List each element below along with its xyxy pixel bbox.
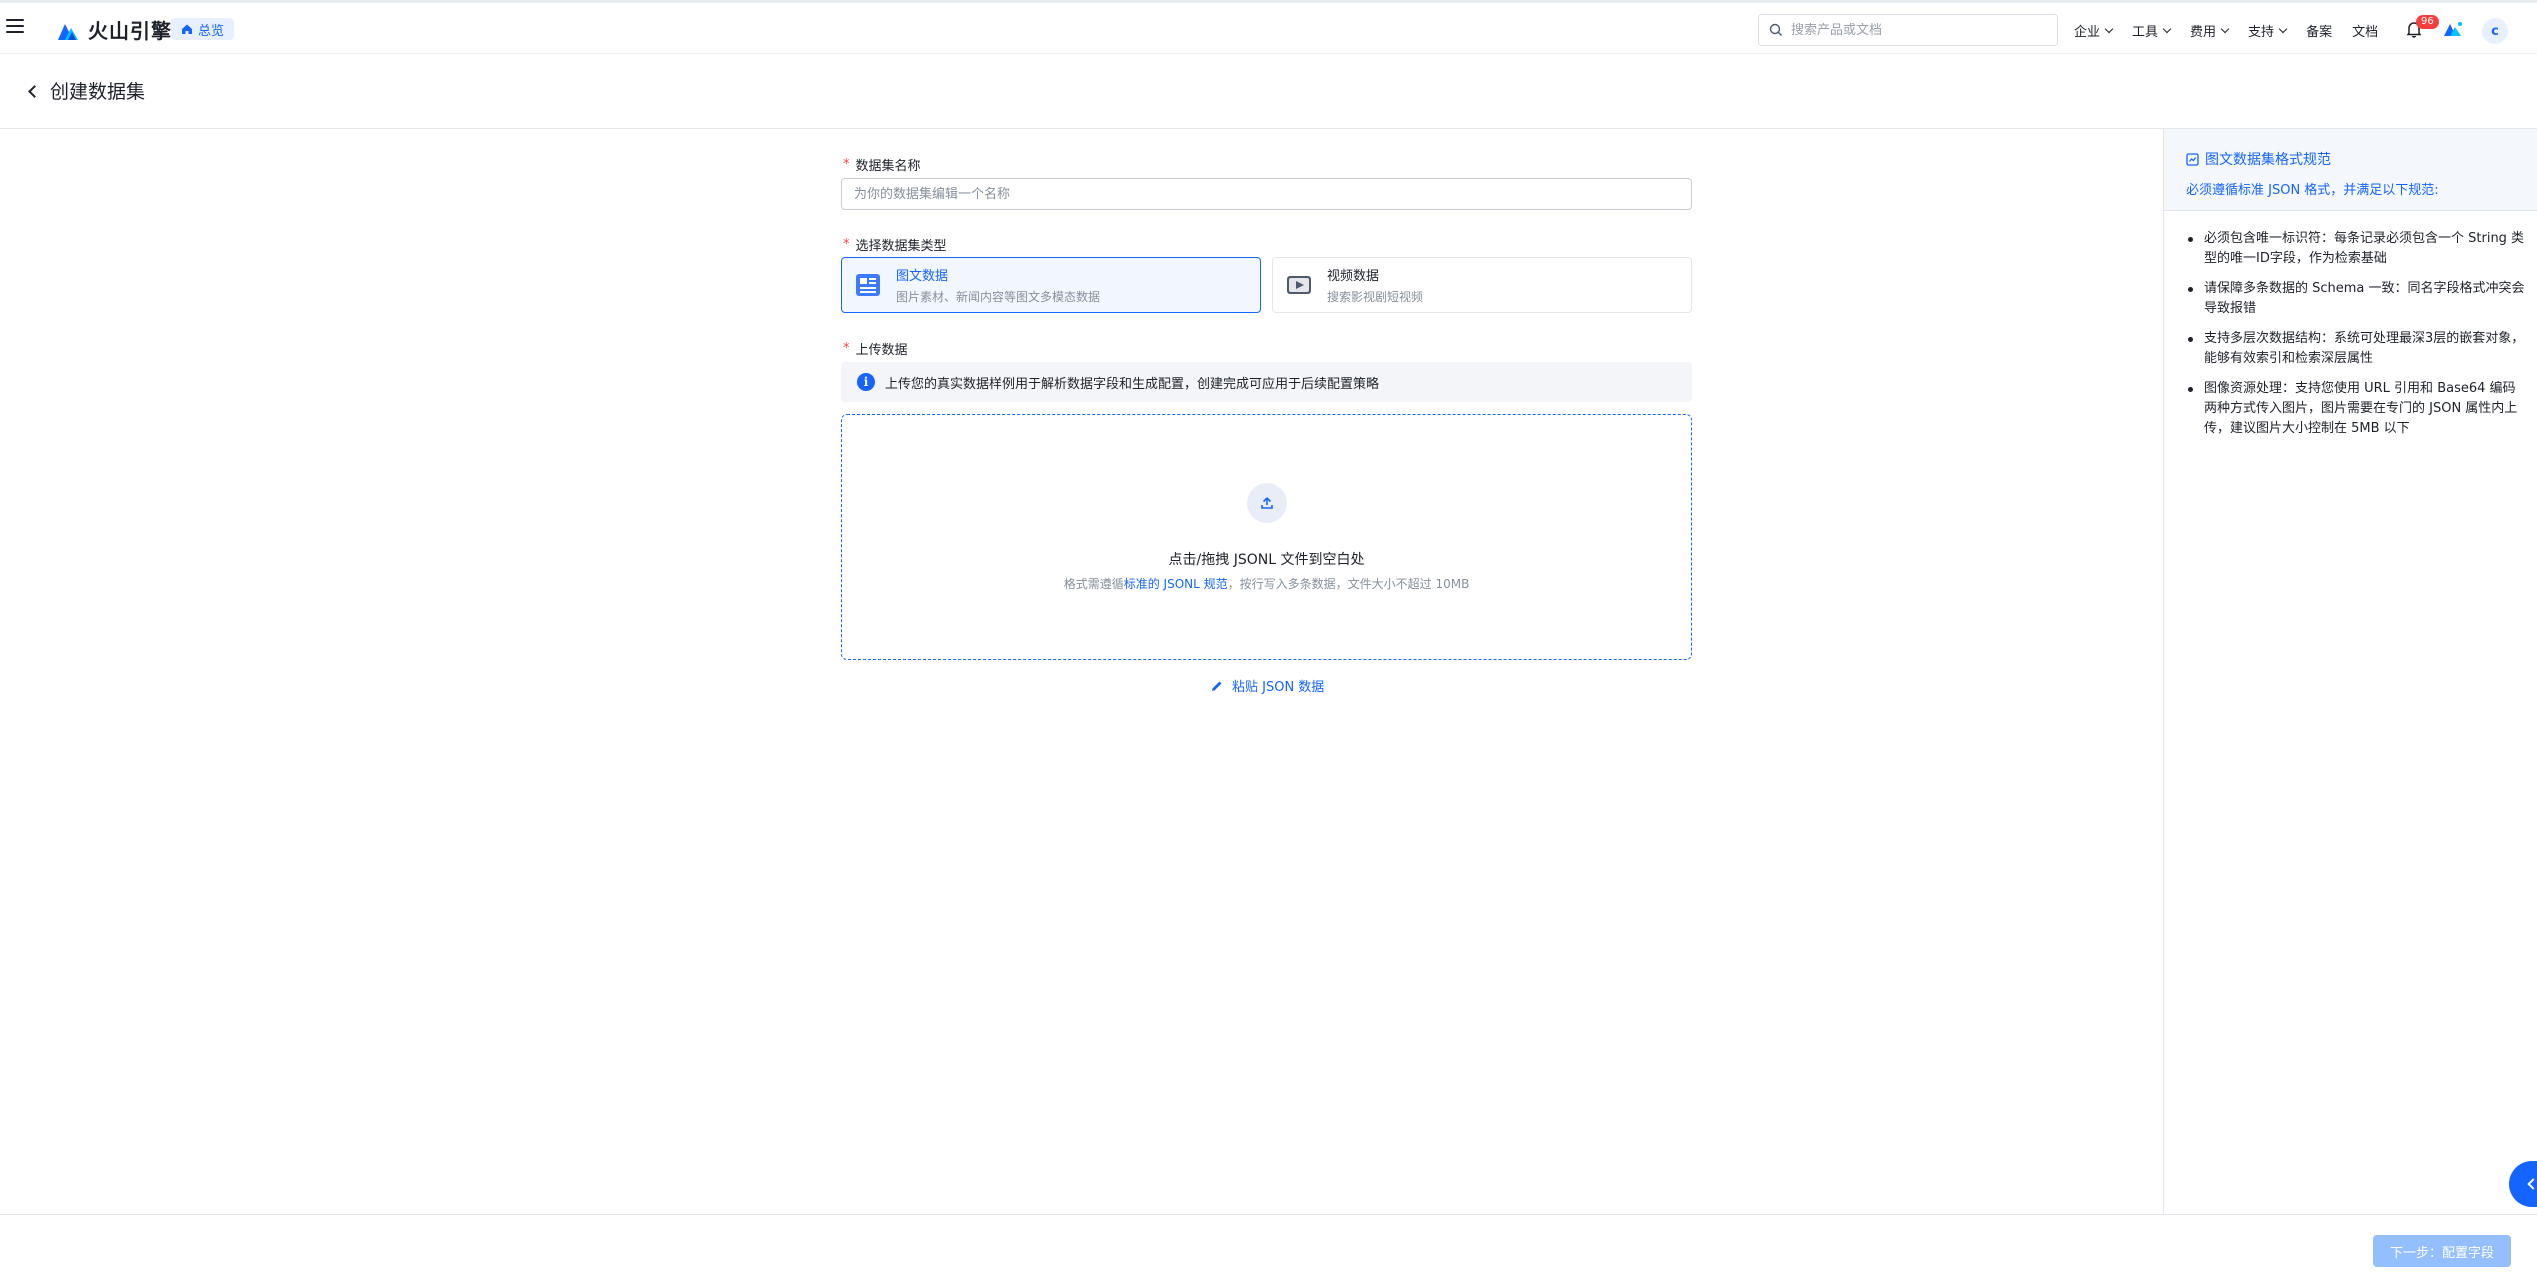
volcano-logo-icon xyxy=(58,23,78,40)
upload-info-text: 上传您的真实数据样例用于解析数据字段和生成配置，创建完成可应用于后续配置策略 xyxy=(885,376,1380,392)
chevron-down-icon xyxy=(2278,24,2288,33)
type-desc: 图片素材、新闻内容等图文多模态数据 xyxy=(896,290,1101,304)
overview-button[interactable]: 总览 xyxy=(171,18,235,40)
page-header: 创建数据集 xyxy=(0,55,2537,129)
nav-item-docs[interactable]: 文档 xyxy=(2352,21,2378,40)
spec-panel-header: 图文数据集格式规范 必须遵循标准 JSON 格式，并满足以下规范: xyxy=(2164,129,2537,211)
nav-item-enterprise[interactable]: 企业 xyxy=(2074,21,2114,40)
edit-icon xyxy=(1212,681,1222,691)
menu-icon[interactable] xyxy=(6,17,24,35)
spec-rule-list: 必须包含唯一标识符：每条记录必须包含一个 String 类型的唯一ID字段，作为… xyxy=(2186,229,2526,449)
paste-json-button[interactable]: 粘贴 JSON 数据 xyxy=(1210,676,1324,695)
dropzone-hint: 格式需遵循标准的 JSONL 规范，按行写入多条数据，文件大小不超过 10MB xyxy=(842,575,1691,592)
overview-label: 总览 xyxy=(198,23,225,39)
spec-rule-item: 支持多层次数据结构：系统可处理最深3层的嵌套对象，能够有效索引和检索深层属性 xyxy=(2186,329,2526,369)
nav-item-filing[interactable]: 备案 xyxy=(2306,21,2332,40)
type-name: 视频数据 xyxy=(1327,269,1380,284)
nav-item-label: 工具 xyxy=(2132,25,2159,40)
chevron-down-icon xyxy=(2104,24,2114,33)
spec-rule-item: 图像资源处理：支持您使用 URL 引用和 Base64 编码两种方式传入图片，图… xyxy=(2186,379,2526,439)
upload-icon xyxy=(1247,483,1287,523)
chevron-down-icon xyxy=(2220,24,2230,33)
format-spec-panel: 图文数据集格式规范 必须遵循标准 JSON 格式，并满足以下规范: 必须包含唯一… xyxy=(2163,129,2537,1214)
video-icon xyxy=(1287,276,1311,294)
nav-item-label: 备案 xyxy=(2306,25,2333,40)
label-text: 选择数据集类型 xyxy=(855,239,947,254)
type-desc: 搜索影视剧短视频 xyxy=(1327,290,1424,304)
required-mark: * xyxy=(843,157,850,172)
chevron-down-icon xyxy=(2162,24,2172,33)
page-footer: 下一步：配置字段 xyxy=(0,1214,2537,1278)
brand-logo[interactable]: 火山引擎 xyxy=(56,15,172,44)
upload-dropzone[interactable]: 点击/拖拽 JSONL 文件到空白处 格式需遵循标准的 JSONL 规范，按行写… xyxy=(841,414,1692,660)
notification-badge: 96 xyxy=(2416,15,2439,29)
upload-info-bar: i 上传您的真实数据样例用于解析数据字段和生成配置，创建完成可应用于后续配置策略 xyxy=(841,362,1692,402)
nav-item-support[interactable]: 支持 xyxy=(2248,21,2288,40)
dataset-name-input[interactable] xyxy=(841,178,1692,210)
spec-panel-subtitle: 必须遵循标准 JSON 格式，并满足以下规范: xyxy=(2186,183,2439,198)
jsonl-spec-link[interactable]: 标准的 JSONL 规范 xyxy=(1124,577,1228,591)
spec-rule-item: 请保障多条数据的 Schema 一致：同名字段格式冲突会导致报错 xyxy=(2186,279,2526,319)
cloud-icon[interactable] xyxy=(2442,20,2464,38)
back-arrow-icon[interactable] xyxy=(26,83,40,99)
home-icon xyxy=(182,24,192,34)
brand-name: 火山引擎 xyxy=(88,19,172,43)
nav-item-label: 企业 xyxy=(2074,25,2101,40)
dropzone-title: 点击/拖拽 JSONL 文件到空白处 xyxy=(1168,552,1365,568)
type-field-label: * 选择数据集类型 xyxy=(843,235,947,254)
type-name: 图文数据 xyxy=(896,269,949,284)
nav-item-label: 支持 xyxy=(2248,25,2275,40)
hint-suffix: ，按行写入多条数据，文件大小不超过 10MB xyxy=(1227,577,1470,591)
nav-menu: 企业 工具 费用 支持 备案 文档 xyxy=(2074,21,2378,40)
paste-json-label: 粘贴 JSON 数据 xyxy=(1232,680,1325,695)
name-field-label: * 数据集名称 xyxy=(843,155,921,174)
spec-title-text: 图文数据集格式规范 xyxy=(2205,152,2331,168)
nav-item-label: 文档 xyxy=(2352,25,2379,40)
type-option-video[interactable]: 视频数据 搜索影视剧短视频 xyxy=(1272,257,1692,313)
info-icon: i xyxy=(857,373,875,391)
nav-item-billing[interactable]: 费用 xyxy=(2190,21,2230,40)
chart-box-icon xyxy=(2186,152,2199,166)
spec-panel-title: 图文数据集格式规范 xyxy=(2186,149,2537,169)
search-input[interactable] xyxy=(1791,22,2047,38)
label-text: 上传数据 xyxy=(855,343,908,358)
required-mark: * xyxy=(843,341,850,356)
search-box[interactable] xyxy=(1758,14,2058,46)
top-navbar: 火山引擎 总览 企业 工具 费用 支持 备案 文档 96 c xyxy=(0,0,2537,54)
nav-item-label: 费用 xyxy=(2190,25,2217,40)
spec-rule-item: 必须包含唯一标识符：每条记录必须包含一个 String 类型的唯一ID字段，作为… xyxy=(2186,229,2526,269)
required-mark: * xyxy=(843,237,850,252)
next-step-button[interactable]: 下一步：配置字段 xyxy=(2373,1235,2511,1267)
page-title: 创建数据集 xyxy=(50,81,146,103)
label-text: 数据集名称 xyxy=(855,159,921,174)
avatar[interactable]: c xyxy=(2482,18,2508,44)
search-icon xyxy=(1769,23,1782,36)
nav-item-tools[interactable]: 工具 xyxy=(2132,21,2172,40)
image-text-icon xyxy=(856,274,880,296)
hint-prefix: 格式需遵循 xyxy=(1063,577,1124,591)
type-option-image-text[interactable]: 图文数据 图片素材、新闻内容等图文多模态数据 xyxy=(841,257,1261,313)
upload-field-label: * 上传数据 xyxy=(843,339,908,358)
